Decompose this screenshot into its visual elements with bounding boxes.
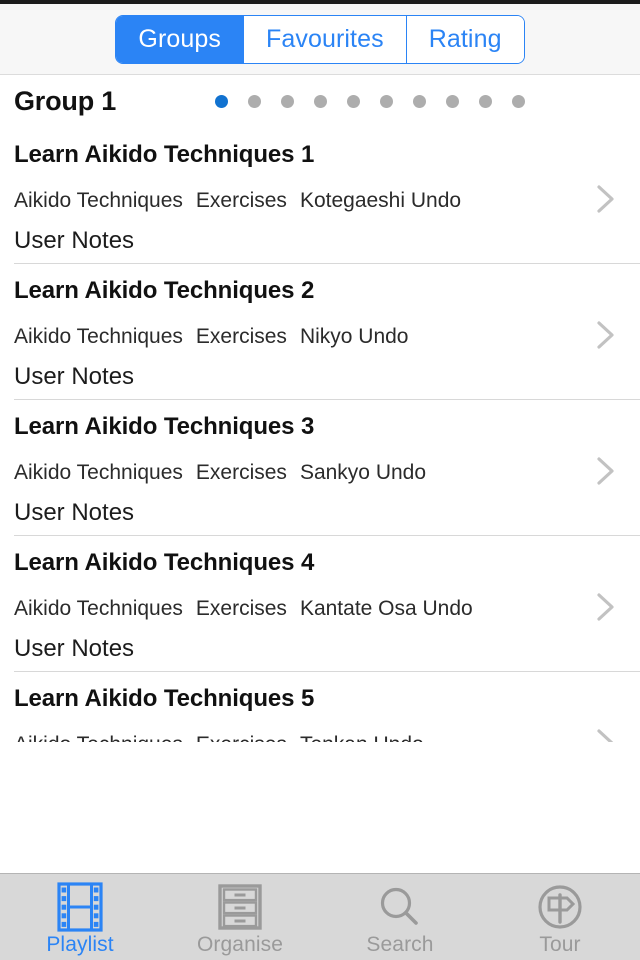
bottom-tab-bar: Playlist Organise Search Tour [0, 873, 640, 960]
chevron-right-icon[interactable] [596, 183, 616, 215]
list-item-user-notes: User Notes [14, 499, 135, 526]
page-dot-7[interactable] [413, 94, 427, 108]
tab-label: Tour [539, 933, 581, 956]
list-item-title: Learn Aikido Techniques 1 [14, 141, 315, 168]
list-item-subtitle: Aikido Techniques Exercises Sankyo Undo [14, 441, 640, 485]
list-item-subtitle: Aikido Techniques Exercises Kotegaeshi Und… [14, 169, 640, 213]
subtitle-part: Tenkan Undo [300, 733, 424, 742]
list-item-title: Learn Aikido Techniques 4 [14, 549, 315, 576]
tab-search[interactable]: Search [320, 874, 480, 960]
list-item-subtitle: Aikido Techniques Exercises Nikyo Undo [14, 305, 640, 349]
tab-label: Playlist [46, 933, 114, 956]
segment-groups[interactable]: Groups [116, 15, 243, 63]
list-item[interactable]: Learn Aikido Techniques 3 Aikido Techniqu… [0, 399, 640, 535]
list-item[interactable]: Learn Aikido Techniques 4 Aikido Techniqu… [0, 535, 640, 671]
subtitle-part: Exercises [195, 325, 287, 348]
page-dot-2[interactable] [248, 94, 262, 108]
row-separator [14, 671, 640, 672]
list-item-title: Learn Aikido Techniques 2 [14, 277, 315, 304]
tab-label: Search [366, 933, 434, 956]
film-strip-icon [57, 882, 103, 932]
list-item[interactable]: Learn Aikido Techniques 1 Aikido Techniqu… [0, 127, 640, 263]
subtitle-part: Aikido Techniques [14, 189, 183, 212]
page-dot-10[interactable] [512, 94, 526, 108]
group-title: Group 1 [14, 85, 117, 116]
subtitle-part: Nikyo Undo [299, 325, 409, 348]
list-item-user-notes: User Notes [14, 227, 135, 254]
signpost-icon [537, 882, 583, 932]
list-item[interactable]: Learn Aikido Techniques 2 Aikido Techniqu… [0, 263, 640, 399]
list-item-user-notes: User Notes [14, 363, 135, 390]
subtitle-part: Exercises [196, 733, 287, 742]
tab-playlist[interactable]: Playlist [0, 874, 160, 960]
page-dot-8[interactable] [446, 94, 460, 108]
subtitle-part: Kantate Osa Undo [299, 597, 473, 620]
chevron-right-icon[interactable] [596, 727, 616, 742]
row-separator [14, 535, 640, 536]
subtitle-part: Exercises [195, 189, 287, 212]
tab-label: Organise [196, 933, 283, 956]
group-header-row: Group 1 [0, 75, 640, 127]
chevron-right-icon[interactable] [596, 591, 616, 623]
subtitle-part: Exercises [195, 597, 287, 620]
chevron-right-icon[interactable] [596, 455, 616, 487]
chevron-right-icon[interactable] [596, 319, 616, 351]
subtitle-part: Aikido Techniques [14, 325, 183, 348]
header-bar: Groups Favourites Rating [0, 4, 640, 75]
page-dot-9[interactable] [479, 94, 493, 108]
segment-favourites[interactable]: Favourites [243, 15, 406, 63]
row-separator [14, 399, 640, 400]
subtitle-part: Aikido Techniques [14, 461, 183, 484]
page-dot-1[interactable] [215, 94, 229, 108]
tab-organise[interactable]: Organise [160, 874, 320, 960]
list-item-title: Learn Aikido Techniques 3 [14, 413, 315, 440]
search-icon [377, 882, 423, 932]
subtitle-part: Aikido Techniques [14, 597, 183, 620]
segment-rating[interactable]: Rating [405, 15, 524, 63]
page-dot-6[interactable] [380, 94, 394, 108]
list-item-title: Learn Aikido Techniques 5 [14, 685, 315, 712]
tab-tour[interactable]: Tour [480, 874, 640, 960]
page-indicator-dots[interactable] [215, 94, 526, 108]
page-dot-4[interactable] [314, 94, 328, 108]
list-item[interactable]: Learn Aikido Techniques 5Aikido Techniqu… [0, 671, 640, 742]
list-item-subtitle: Aikido Techniques Exercises Kantate Osa Un… [14, 577, 640, 621]
subtitle-part: Exercises [195, 461, 287, 484]
row-separator [14, 263, 640, 264]
techniques-list: Learn Aikido Techniques 1 Aikido Techniqu… [0, 127, 640, 742]
segmented-control[interactable]: Groups Favourites Rating [115, 14, 525, 64]
list-item-subtitle: Aikido Techniques Exercises Tenkan Undo [14, 713, 640, 742]
subtitle-part: Sankyo Undo [299, 461, 427, 484]
subtitle-part: Kotegaeshi Undo [299, 189, 462, 212]
page-dot-5[interactable] [347, 94, 361, 108]
subtitle-part: Aikido Techniques [14, 733, 183, 742]
file-cabinet-icon [217, 882, 263, 932]
list-item-user-notes: User Notes [14, 635, 135, 662]
page-dot-3[interactable] [281, 94, 295, 108]
